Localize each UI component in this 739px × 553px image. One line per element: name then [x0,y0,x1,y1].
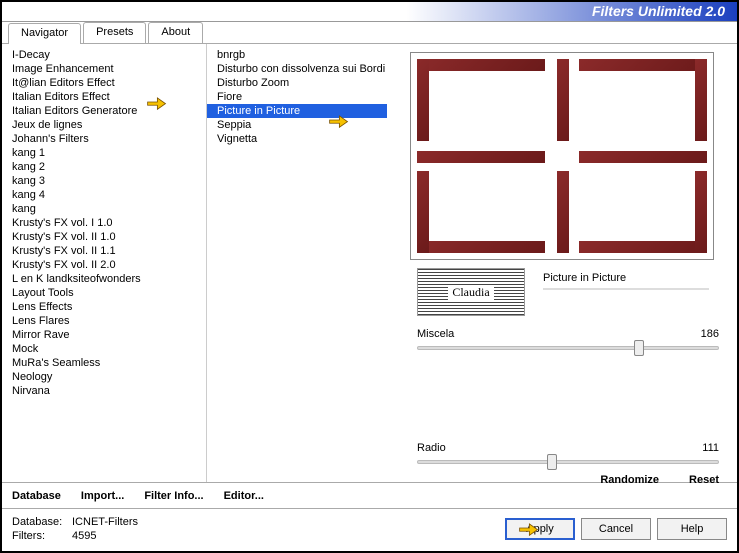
randomize-button[interactable]: Randomize [600,474,659,486]
category-item[interactable]: Johann's Filters [2,132,206,146]
category-item[interactable]: Italian Editors Effect [2,90,206,104]
category-item[interactable]: Mock [2,342,206,356]
tab-navigator[interactable]: Navigator [8,23,81,44]
category-item[interactable]: Nirvana [2,384,206,398]
category-item[interactable]: Mirror Rave [2,328,206,342]
reset-button[interactable]: Reset [689,474,719,486]
category-item[interactable]: kang [2,202,206,216]
category-item[interactable]: Image Enhancement [2,62,206,76]
category-item[interactable]: Krusty's FX vol. I 1.0 [2,216,206,230]
category-item[interactable]: MuRa's Seamless [2,356,206,370]
filter-item[interactable]: Fiore [207,90,387,104]
category-item[interactable]: Krusty's FX vol. II 1.0 [2,230,206,244]
category-item[interactable]: It@lian Editors Effect [2,76,206,90]
category-list[interactable]: I-DecayImage EnhancementIt@lian Editors … [2,44,207,482]
category-item[interactable]: Lens Flares [2,314,206,328]
filter-list[interactable]: bnrgbDisturbo con dissolvenza sui BordiD… [207,44,387,482]
right-pane: Claudia Picture in Picture Miscela 186 R… [387,44,737,482]
current-filter-name: Picture in Picture [543,272,626,284]
category-item[interactable]: kang 1 [2,146,206,160]
filter-item[interactable]: Disturbo Zoom [207,76,387,90]
slider-value: 111 [702,442,719,454]
randomize-reset-row: Randomize Reset [600,474,719,486]
title-bar: Filters Unlimited 2.0 [2,2,737,22]
slider-radio[interactable]: Radio 111 [417,442,719,464]
slider-miscela[interactable]: Miscela 186 [417,328,719,350]
category-item[interactable]: Lens Effects [2,300,206,314]
import-button[interactable]: Import... [81,490,124,502]
category-item[interactable]: L en K landksiteofwonders [2,272,206,286]
slider-thumb[interactable] [547,454,557,470]
filter-item[interactable]: Seppia [207,118,387,132]
category-item[interactable]: Krusty's FX vol. II 2.0 [2,258,206,272]
app-title: Filters Unlimited 2.0 [592,3,725,19]
cancel-button[interactable]: Cancel [581,518,651,540]
filterinfo-button[interactable]: Filter Info... [144,490,203,502]
db-label: Database: [12,515,72,529]
database-button[interactable]: Database [12,490,61,502]
db-info: Database:ICNET-Filters Filters:4595 [12,515,138,543]
slider-label: Radio [417,442,446,454]
filters-label: Filters: [12,529,72,543]
category-item[interactable]: Neology [2,370,206,384]
filter-item[interactable]: Picture in Picture [207,104,387,118]
category-item[interactable]: kang 4 [2,188,206,202]
tab-presets[interactable]: Presets [83,22,146,43]
main-area: I-DecayImage EnhancementIt@lian Editors … [2,44,737,482]
filter-item[interactable]: Disturbo con dissolvenza sui Bordi [207,62,387,76]
slider-value: 186 [701,328,719,340]
category-item[interactable]: Layout Tools [2,286,206,300]
slider-thumb[interactable] [634,340,644,356]
slider-track[interactable] [417,460,719,464]
category-item[interactable]: Krusty's FX vol. II 1.1 [2,244,206,258]
filter-item[interactable]: bnrgb [207,48,387,62]
category-item[interactable]: kang 2 [2,160,206,174]
db-name: ICNET-Filters [72,516,138,528]
help-button[interactable]: Help [657,518,727,540]
filters-count: 4595 [72,530,96,542]
editor-button[interactable]: Editor... [224,490,264,502]
slider-label: Miscela [417,328,454,340]
watermark-logo: Claudia [417,268,525,316]
slider-track[interactable] [417,346,719,350]
separator [543,288,709,290]
tab-bar: Navigator Presets About [2,22,737,44]
category-item[interactable]: kang 3 [2,174,206,188]
preview-image [410,52,714,260]
tab-about[interactable]: About [148,22,203,43]
toolbar-bottom-2: Database:ICNET-Filters Filters:4595 Appl… [2,508,737,548]
category-item[interactable]: I-Decay [2,48,206,62]
watermark-text: Claudia [448,285,493,300]
filter-item[interactable]: Vignetta [207,132,387,146]
category-item[interactable]: Jeux de lignes [2,118,206,132]
apply-button[interactable]: Apply [505,518,575,540]
category-item[interactable]: Italian Editors Generatore [2,104,206,118]
